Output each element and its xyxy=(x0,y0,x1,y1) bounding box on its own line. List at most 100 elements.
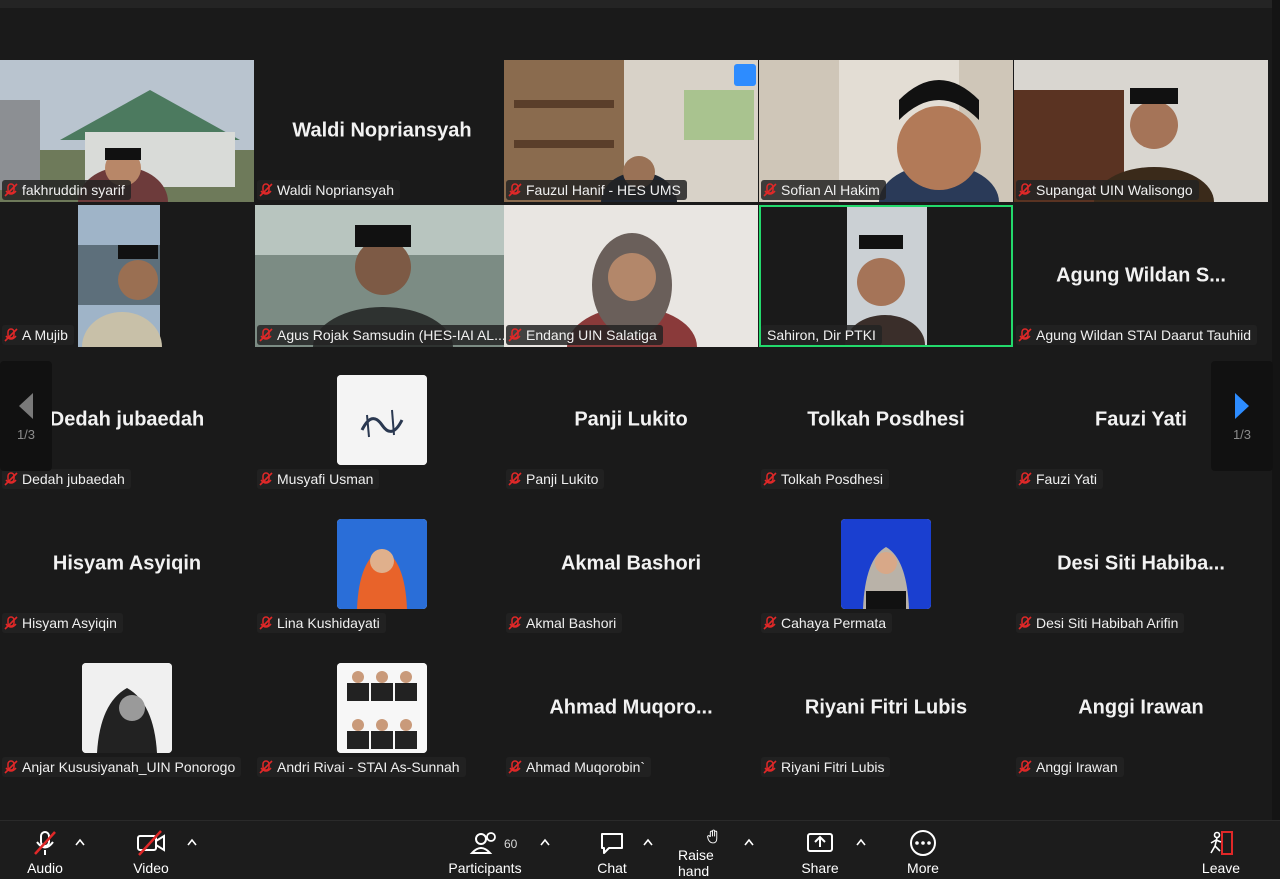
name-tile[interactable]: Hisyam Asyiqin Hisyam Asyiqin xyxy=(0,493,254,635)
name-tile[interactable]: Desi Siti Habiba... Desi Siti Habibah Ar… xyxy=(1014,493,1268,635)
video-button[interactable]: Video xyxy=(128,829,174,879)
hand-icon xyxy=(707,829,718,844)
mic-muted-icon xyxy=(508,183,522,197)
participant-display-name: Akmal Bashori xyxy=(560,552,702,575)
video-tile[interactable]: Agus Rojak Samsudin (HES-IAI AL... xyxy=(255,205,509,347)
mic-muted-icon xyxy=(4,616,18,630)
participant-label: Agus Rojak Samsudin (HES-IAI AL... xyxy=(257,325,509,345)
mic-muted-icon xyxy=(259,328,273,342)
mic-muted-icon xyxy=(34,831,56,855)
more-button[interactable]: More xyxy=(902,829,944,879)
chevron-up-icon[interactable] xyxy=(74,837,86,847)
participant-label: A Mujib xyxy=(2,325,74,345)
arrow-right-icon xyxy=(1235,392,1249,419)
participant-label: Tolkah Posdhesi xyxy=(761,469,889,489)
participant-name: Supangat UIN Walisongo xyxy=(1036,182,1193,198)
raise-hand-label: Raise hand xyxy=(678,847,714,879)
name-tile[interactable]: Tolkah Posdhesi Tolkah Posdhesi xyxy=(759,349,1013,491)
mic-muted-icon xyxy=(4,472,18,486)
mic-muted-icon xyxy=(763,472,777,486)
participant-name: Akmal Bashori xyxy=(526,615,617,631)
chevron-up-icon[interactable] xyxy=(743,837,755,847)
meeting-toolbar: Audio Video Participants 60 Chat Raise h… xyxy=(0,820,1280,879)
mic-muted-icon xyxy=(508,616,522,630)
next-page-button[interactable]: 1/3 xyxy=(1211,361,1273,471)
raise-hand-button[interactable]: Raise hand xyxy=(678,829,748,879)
mic-muted-icon xyxy=(508,328,522,342)
calligraphy-logo xyxy=(337,375,427,465)
participant-label: Hisyam Asyiqin xyxy=(2,613,123,633)
audio-label: Audio xyxy=(27,860,63,876)
avatar-tile[interactable]: Lina Kushidayati xyxy=(255,493,509,635)
participant-name: Sofian Al Hakim xyxy=(781,182,880,198)
chevron-up-icon[interactable] xyxy=(539,837,551,847)
video-tile[interactable]: Supangat UIN Walisongo xyxy=(1014,60,1268,202)
participants-icon xyxy=(469,832,496,854)
participant-name: Anjar Kususiyanah_UIN Ponorogo xyxy=(22,759,236,775)
share-label: Share xyxy=(801,860,839,876)
mic-muted-icon xyxy=(4,328,18,342)
name-tile[interactable]: Akmal Bashori Akmal Bashori xyxy=(504,493,758,635)
mic-muted-icon xyxy=(508,472,522,486)
name-tile[interactable]: Waldi Nopriansyah Waldi Nopriansyah xyxy=(255,60,509,202)
chevron-up-icon[interactable] xyxy=(186,837,198,847)
participant-label: fakhruddin syarif xyxy=(2,180,131,200)
profile-photo xyxy=(337,663,427,753)
participant-display-name: Panji Lukito xyxy=(574,408,688,431)
video-tile[interactable]: Endang UIN Salatiga xyxy=(504,205,758,347)
participant-label: Panji Lukito xyxy=(506,469,605,489)
participant-label: Waldi Nopriansyah xyxy=(257,180,400,200)
active-speaker-tile[interactable]: Sahiron, Dir PTKI xyxy=(759,205,1013,347)
mic-muted-icon xyxy=(1018,328,1032,342)
participant-label: Fauzi Yati xyxy=(1016,469,1103,489)
participant-name: Riyani Fitri Lubis xyxy=(781,759,885,775)
avatar-tile[interactable]: Musyafi Usman xyxy=(255,349,509,491)
avatar xyxy=(337,519,427,609)
video-tile[interactable]: fakhruddin syarif xyxy=(0,60,254,202)
avatar-tile[interactable]: Cahaya Permata xyxy=(759,493,1013,635)
mic-muted-icon xyxy=(4,760,18,774)
mic-muted-icon xyxy=(259,183,273,197)
avatar-tile[interactable]: Anjar Kususiyanah_UIN Ponorogo xyxy=(0,637,254,779)
participant-label: Sofian Al Hakim xyxy=(761,180,886,200)
participant-label: Cahaya Permata xyxy=(761,613,893,633)
name-tile[interactable]: Riyani Fitri Lubis Riyani Fitri Lubis xyxy=(759,637,1013,779)
video-tile[interactable]: Fauzul Hanif - HES UMS xyxy=(504,60,758,202)
avatar xyxy=(337,375,427,465)
participant-label: Endang UIN Salatiga xyxy=(506,325,663,345)
chevron-up-icon[interactable] xyxy=(642,837,654,847)
name-tile[interactable]: Anggi Irawan Anggi Irawan xyxy=(1014,637,1268,779)
participant-display-name: Anggi Irawan xyxy=(1078,696,1204,719)
previous-page-button[interactable]: 1/3 xyxy=(0,361,52,471)
share-button[interactable]: Share xyxy=(798,829,842,879)
audio-button[interactable]: Audio xyxy=(24,829,66,879)
chat-button[interactable]: Chat xyxy=(592,829,632,879)
more-icon xyxy=(910,830,936,856)
participant-name: Agus Rojak Samsudin (HES-IAI AL... xyxy=(277,327,506,343)
participant-name: Andri Rivai - STAI As-Sunnah xyxy=(277,759,460,775)
leave-button[interactable]: Leave xyxy=(1200,829,1242,879)
participant-name: Panji Lukito xyxy=(526,471,599,487)
participant-name: Lina Kushidayati xyxy=(277,615,380,631)
leave-label: Leave xyxy=(1201,860,1241,876)
avatar-tile[interactable]: Andri Rivai - STAI As-Sunnah xyxy=(255,637,509,779)
mic-muted-icon xyxy=(763,760,777,774)
share-screen-icon xyxy=(807,833,833,852)
video-tile[interactable]: A Mujib xyxy=(0,205,254,347)
participant-label: Sahiron, Dir PTKI xyxy=(761,325,882,345)
name-tile[interactable]: Ahmad Muqoro... Ahmad Muqorobin` xyxy=(504,637,758,779)
participants-count: 60 xyxy=(504,837,518,851)
more-label: More xyxy=(907,860,939,876)
mic-muted-icon xyxy=(4,183,18,197)
chat-icon xyxy=(601,833,623,854)
mic-muted-icon xyxy=(259,760,273,774)
name-tile[interactable]: Agung Wildan S... Agung Wildan STAI Daar… xyxy=(1014,205,1268,347)
mic-muted-icon xyxy=(1018,472,1032,486)
participant-display-name: Desi Siti Habiba... xyxy=(1057,552,1225,575)
video-off-icon xyxy=(137,830,165,856)
participant-name: Ahmad Muqorobin` xyxy=(526,759,646,775)
chevron-up-icon[interactable] xyxy=(855,837,867,847)
participant-label: Andri Rivai - STAI As-Sunnah xyxy=(257,757,466,777)
name-tile[interactable]: Panji Lukito Panji Lukito xyxy=(504,349,758,491)
video-tile[interactable]: Sofian Al Hakim xyxy=(759,60,1013,202)
